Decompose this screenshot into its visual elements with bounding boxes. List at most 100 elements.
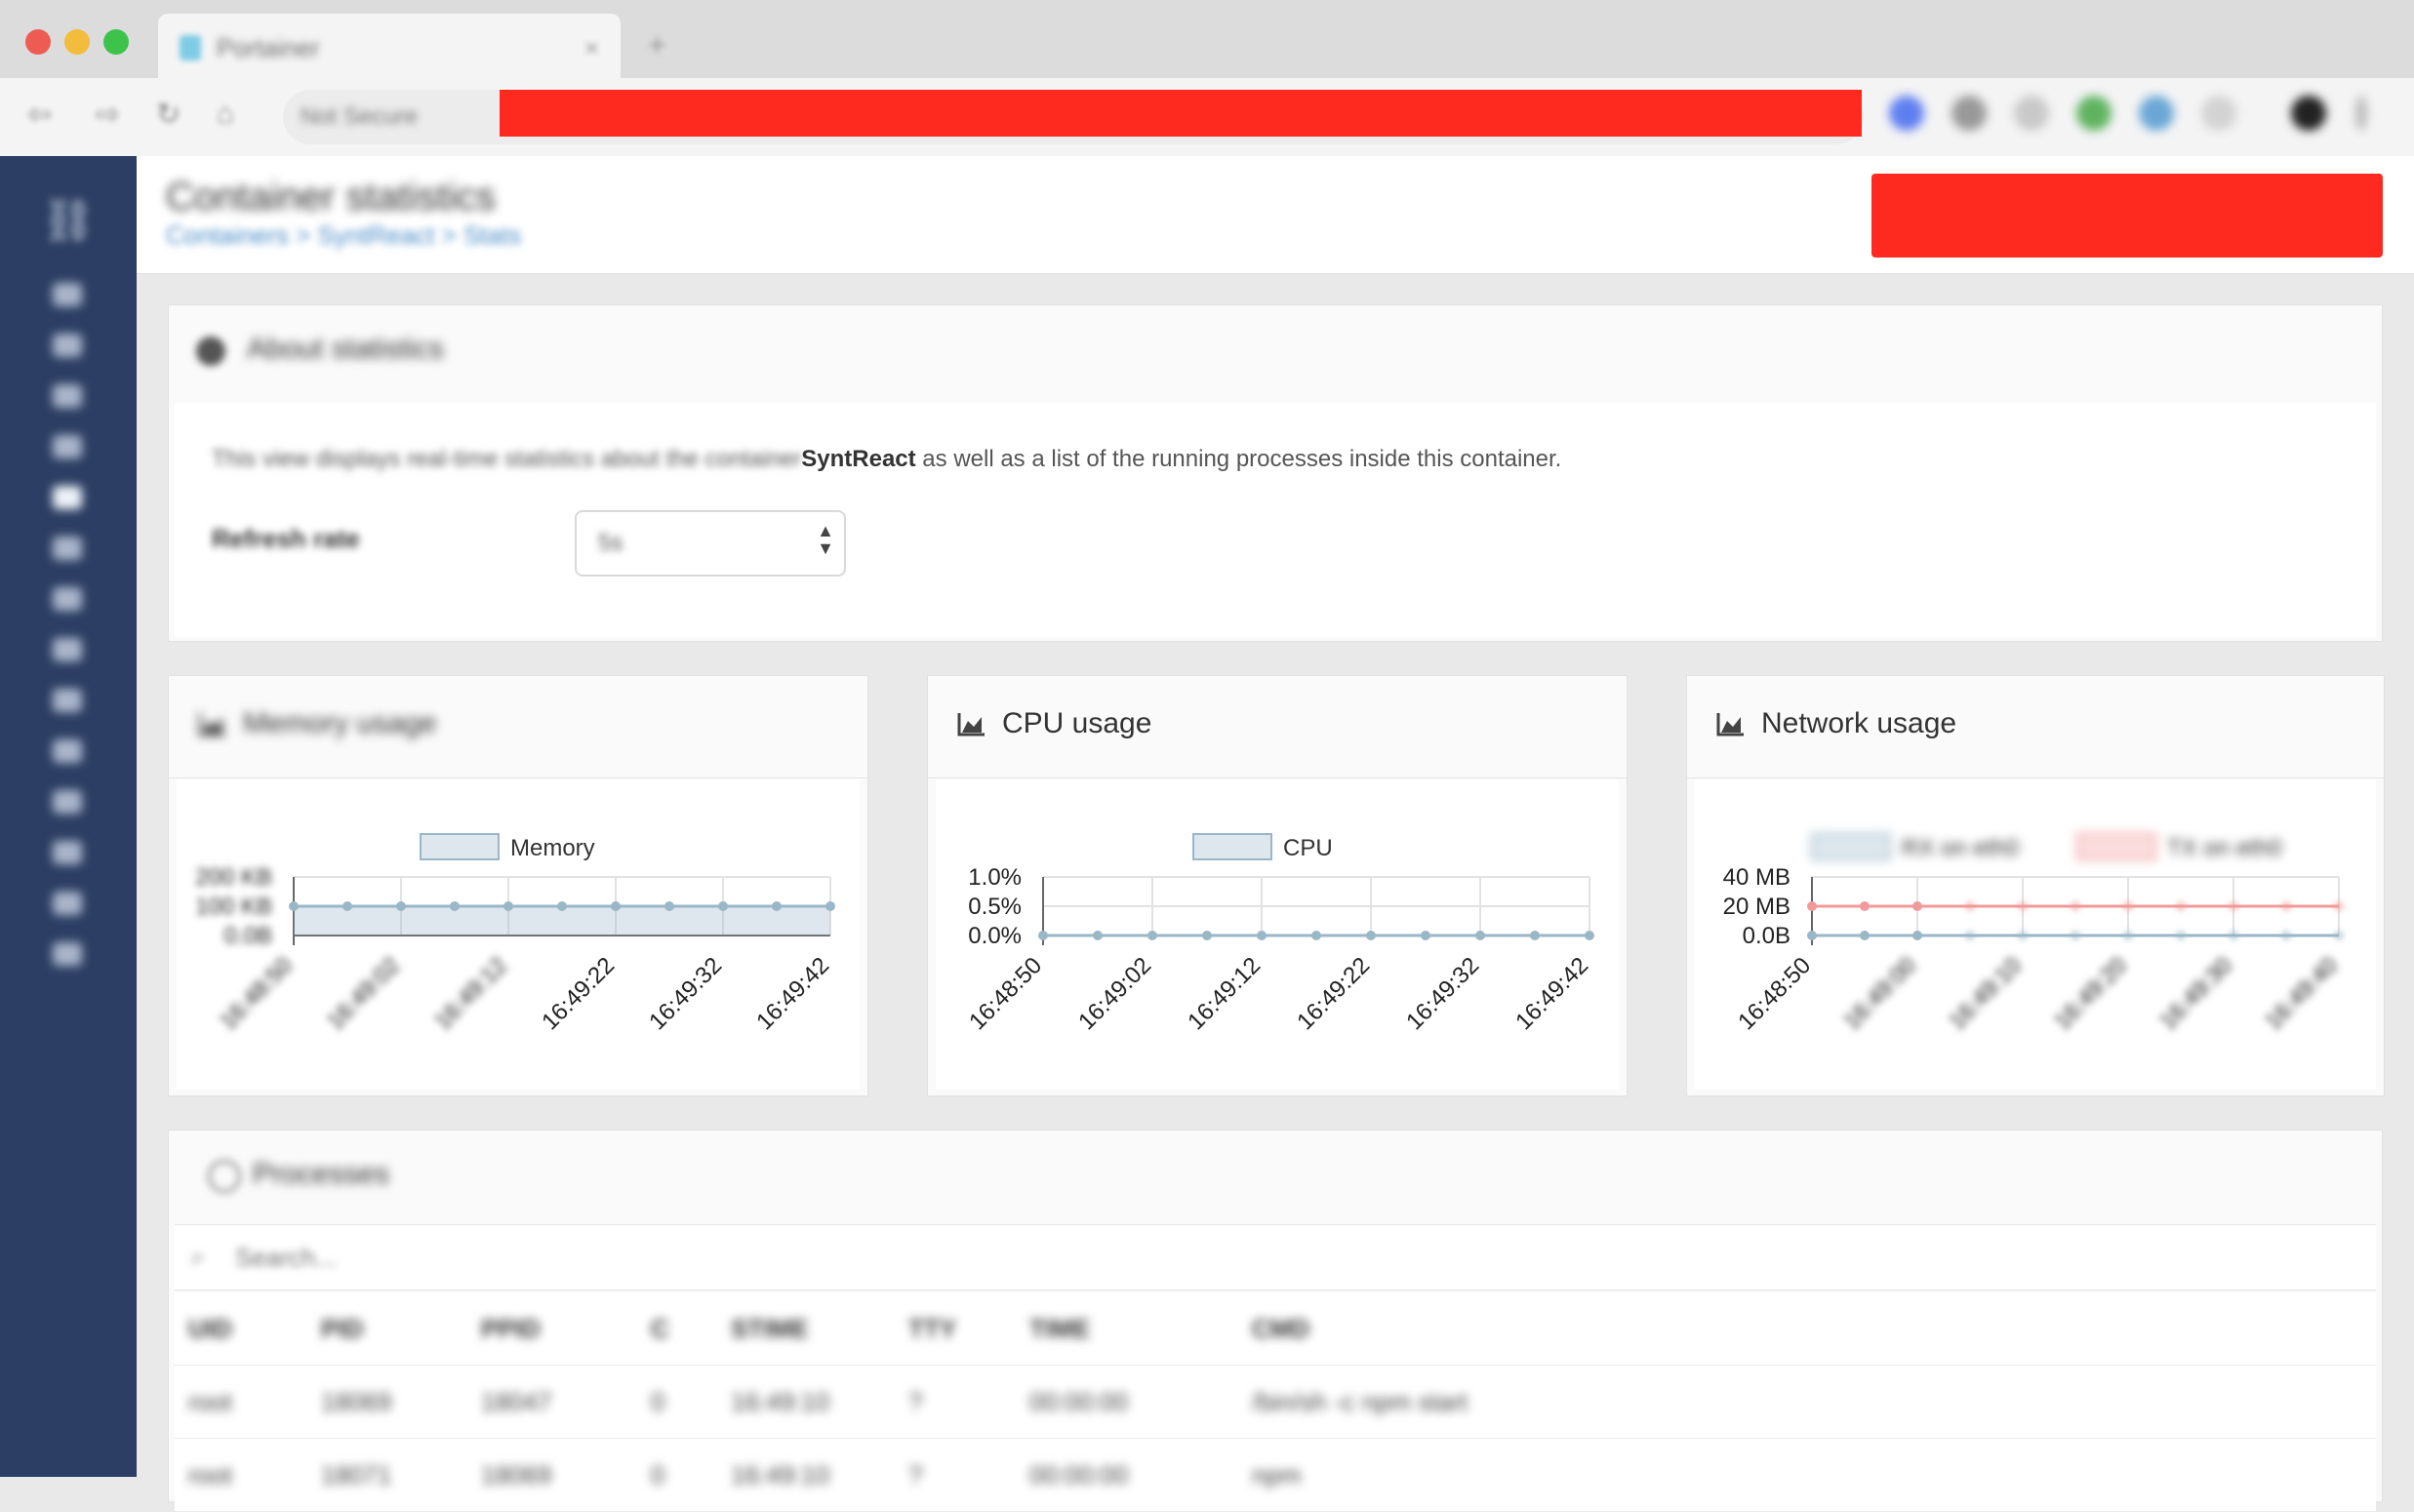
x-tick-label: 16:49:02 bbox=[322, 952, 405, 1035]
data-point bbox=[2281, 901, 2291, 911]
redacted-header-area bbox=[1871, 174, 2383, 258]
maximize-window-icon[interactable] bbox=[103, 29, 129, 55]
sidebar-volumes-icon[interactable] bbox=[53, 638, 82, 661]
search-icon: ⌕ bbox=[190, 1241, 206, 1271]
data-point bbox=[450, 901, 460, 911]
sidebar-home-icon[interactable] bbox=[53, 283, 82, 306]
refresh-rate-select[interactable]: 5s ▲ ▼ bbox=[575, 510, 846, 577]
data-point bbox=[2018, 931, 2028, 940]
data-point bbox=[611, 901, 621, 911]
x-tick-label: 16:48:50 bbox=[215, 952, 298, 1035]
legend-label: RX on eth0 bbox=[1902, 835, 2019, 861]
cell-time: 00:00:00 bbox=[1029, 1438, 1252, 1512]
sidebar-settings-icon[interactable] bbox=[53, 942, 82, 966]
column-header-time[interactable]: TIME bbox=[1029, 1293, 1252, 1366]
legend-item: Memory bbox=[420, 833, 595, 861]
extension-icon[interactable] bbox=[2201, 96, 2236, 131]
sidebar-stacks-icon[interactable] bbox=[53, 384, 82, 408]
sidebar-images-icon[interactable] bbox=[53, 537, 82, 560]
reload-icon[interactable]: ↻ bbox=[156, 98, 181, 132]
legend-swatch bbox=[1192, 833, 1272, 860]
area-chart-icon bbox=[957, 713, 985, 736]
data-point bbox=[557, 901, 567, 911]
refresh-rate-label: Refresh rate bbox=[212, 524, 360, 553]
extension-icon[interactable] bbox=[2139, 96, 2174, 131]
column-header-stime[interactable]: STIME bbox=[731, 1293, 908, 1366]
home-icon[interactable]: ⌂ bbox=[217, 98, 234, 131]
sidebar-networks-icon[interactable] bbox=[53, 587, 82, 611]
menu-kebab-icon[interactable] bbox=[2355, 96, 2367, 131]
data-point bbox=[2176, 931, 2186, 940]
portainer-logo-icon[interactable]: ⛓ bbox=[41, 195, 96, 246]
x-tick-label: 16:49:20 bbox=[2049, 952, 2132, 1035]
cell-stime: 16:49:10 bbox=[731, 1438, 908, 1512]
close-window-icon[interactable] bbox=[25, 29, 51, 55]
x-tick-label: 16:49:42 bbox=[751, 952, 834, 1035]
breadcrumb[interactable]: Containers > SyntReact > Stats bbox=[166, 220, 521, 251]
data-point bbox=[2071, 901, 2080, 911]
sidebar-registries-icon[interactable] bbox=[53, 790, 82, 814]
sidebar-containers-icon[interactable] bbox=[53, 486, 82, 509]
process-search-bar: ⌕ bbox=[175, 1224, 2376, 1291]
cell-uid: root bbox=[175, 1365, 321, 1439]
profile-avatar-icon[interactable] bbox=[2291, 96, 2326, 131]
process-search-input[interactable] bbox=[233, 1235, 823, 1280]
processes-table: UID PID PPID C STIME TTY TIME CMD root 1… bbox=[175, 1293, 2376, 1512]
data-point bbox=[2281, 931, 2291, 940]
column-header-pid[interactable]: PID bbox=[321, 1293, 481, 1366]
column-header-cmd[interactable]: CMD bbox=[1252, 1293, 2376, 1366]
table-row: root 18069 18047 0 16:49:10 ? 00:00:00 /… bbox=[175, 1365, 2376, 1439]
cell-ppid: 18047 bbox=[481, 1365, 651, 1439]
extension-icon[interactable] bbox=[2014, 96, 2049, 131]
minimize-window-icon[interactable] bbox=[64, 29, 90, 55]
processes-widget: Processes ⌕ UID PID PPID C STIME TTY TIM… bbox=[168, 1130, 2383, 1512]
browser-tab[interactable]: Portainer × bbox=[158, 14, 621, 80]
cell-time: 00:00:00 bbox=[1029, 1365, 1252, 1439]
data-point bbox=[1147, 931, 1157, 940]
sidebar-users-icon[interactable] bbox=[53, 892, 82, 915]
sidebar-events-icon[interactable] bbox=[53, 689, 82, 712]
area-chart-icon bbox=[1716, 713, 1744, 736]
forward-arrow-icon[interactable]: ⇨ bbox=[96, 98, 120, 132]
x-tick-label: 16:48:50 bbox=[1733, 952, 1816, 1035]
data-point bbox=[1202, 931, 1212, 940]
column-header-tty[interactable]: TTY bbox=[908, 1293, 1029, 1366]
data-point bbox=[2176, 901, 2186, 911]
data-point bbox=[825, 901, 835, 911]
extension-icon[interactable] bbox=[1889, 96, 1924, 131]
data-point bbox=[1807, 931, 1817, 940]
column-header-uid[interactable]: UID bbox=[175, 1293, 321, 1366]
sidebar-endpoints-icon[interactable] bbox=[53, 841, 82, 864]
data-point bbox=[2123, 901, 2133, 911]
data-point bbox=[1860, 931, 1870, 940]
network-usage-widget: Network usage RX on eth0 TX on eth0 0.0B 20… bbox=[1686, 675, 2385, 1096]
extension-icon[interactable] bbox=[2076, 96, 2112, 131]
y-tick-label: 20 MB bbox=[1723, 894, 1790, 920]
cell-stime: 16:49:10 bbox=[731, 1365, 908, 1439]
url-security-label: Not Secure bbox=[301, 103, 419, 130]
y-tick-label: 0.5% bbox=[968, 894, 1022, 920]
cell-cmd: /bin/sh -c npm start bbox=[1252, 1365, 2376, 1439]
sidebar-engine-icon[interactable] bbox=[53, 739, 82, 763]
page-title: Container statistics bbox=[166, 176, 496, 219]
extension-icon[interactable] bbox=[1951, 96, 1987, 131]
sidebar-services-icon[interactable] bbox=[53, 435, 82, 458]
cell-pid: 18071 bbox=[321, 1438, 481, 1512]
container-name: SyntReact bbox=[801, 446, 916, 472]
column-header-c[interactable]: C bbox=[651, 1293, 731, 1366]
cell-pid: 18069 bbox=[321, 1365, 481, 1439]
column-header-ppid[interactable]: PPID bbox=[481, 1293, 651, 1366]
back-arrow-icon[interactable]: ⇦ bbox=[27, 98, 52, 132]
y-tick-label: 1.0% bbox=[968, 864, 1022, 891]
y-tick-label: 0.0B bbox=[224, 923, 272, 949]
x-tick-label: 16:49:32 bbox=[1401, 952, 1484, 1035]
new-tab-icon[interactable]: + bbox=[648, 27, 666, 63]
data-point bbox=[342, 901, 352, 911]
sidebar-templates-icon[interactable] bbox=[53, 334, 82, 357]
about-title: About statistics bbox=[247, 333, 444, 365]
tab-close-icon[interactable]: × bbox=[584, 33, 599, 63]
data-point bbox=[1965, 931, 1975, 940]
about-desc-after: as well as a list of the running process… bbox=[915, 446, 1562, 472]
cell-ppid: 18069 bbox=[481, 1438, 651, 1512]
legend-label: Memory bbox=[510, 835, 595, 861]
